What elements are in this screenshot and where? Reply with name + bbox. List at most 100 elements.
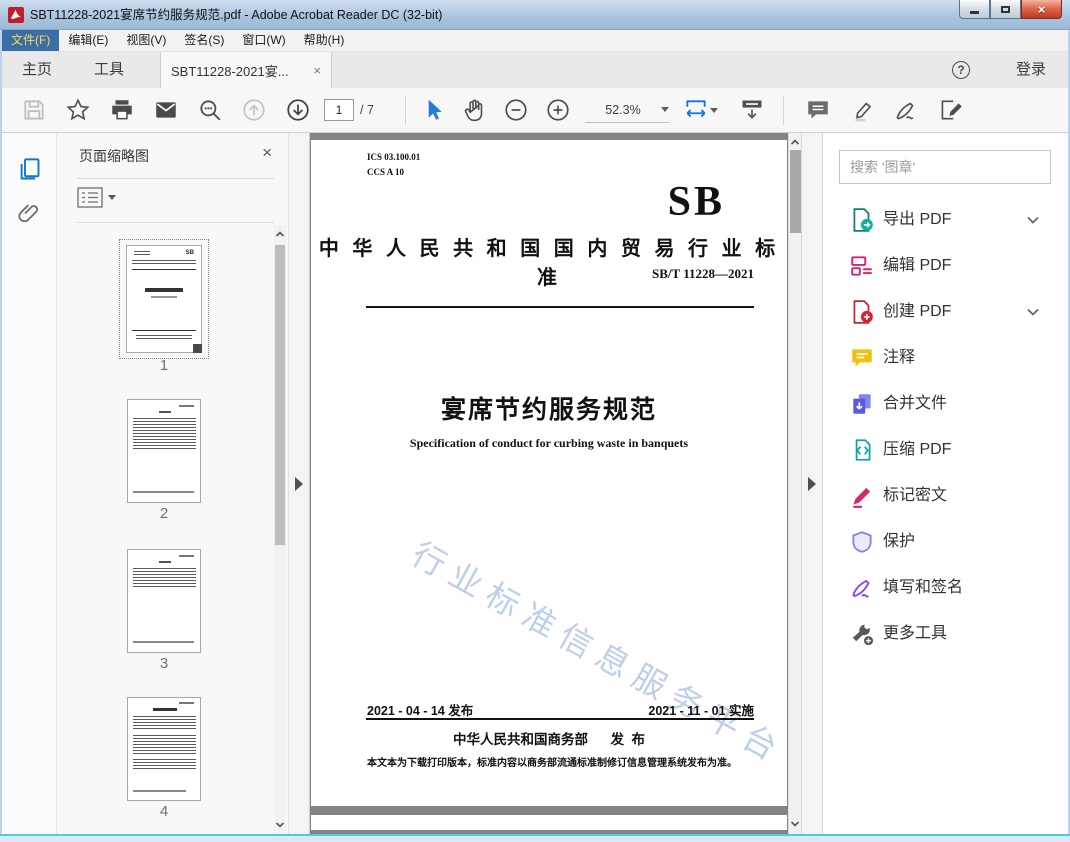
comment-tool-icon[interactable] [805,97,831,123]
fit-width-icon[interactable] [683,97,709,123]
tab-document[interactable]: SBT11228-2021宴... × [160,52,332,88]
tool-create-pdf[interactable]: 创建 PDF [823,289,1068,335]
tab-document-label: SBT11228-2021宴... [171,63,289,79]
save-icon[interactable] [21,97,47,123]
attachments-icon[interactable] [16,200,43,227]
thumbnails-options-button[interactable] [77,187,116,208]
tool-compress-pdf[interactable]: 压缩 PDF [823,427,1068,473]
thumbnail-page-3[interactable] [127,549,201,653]
star-favorite-icon[interactable] [65,97,91,123]
publisher-line: 中华人民共和国商务部 发 布 [452,732,645,747]
fill-sign-icon [849,575,875,601]
collapse-arrow-icon [808,477,816,491]
maximize-button[interactable] [990,0,1021,19]
zoom-in-icon[interactable] [545,97,571,123]
scroll-down-icon[interactable] [790,819,800,829]
close-window-button[interactable]: × [1021,0,1062,19]
tool-more-tools[interactable]: 更多工具 [823,611,1068,657]
document-scrollbar[interactable] [788,133,801,834]
chevron-down-icon[interactable] [1026,215,1040,225]
main-area: 页面缩略图 × SB 1 2 3 4 ICS 03.100.01 CCS A 1… [2,133,1068,834]
highlighter-tool-icon[interactable] [850,97,876,123]
tab-home[interactable]: 主页 [22,52,52,88]
right-panel-collapse-handle[interactable] [801,133,822,834]
chevron-down-icon[interactable] [1026,307,1040,317]
standard-number: SB/T 11228—2021 [652,266,754,281]
page-number-input[interactable] [324,99,354,121]
scrollbar-thumb[interactable] [790,150,801,233]
issue-date: 2021 - 04 - 14 发布 [367,704,474,718]
chevron-down-icon [108,195,116,200]
print-icon[interactable] [109,97,135,123]
sign-tool-icon[interactable] [893,97,919,123]
next-page-icon[interactable] [285,97,311,123]
thumbnails-close-icon[interactable]: × [262,143,272,163]
title-bar: SBT11228-2021宴席节约服务规范.pdf - Adobe Acroba… [0,0,1070,30]
zoom-out-icon[interactable] [503,97,529,123]
collapse-arrow-icon [295,477,303,491]
sb-logo: SB [667,179,725,225]
tab-close-icon[interactable]: × [313,63,321,78]
menu-sign[interactable]: 签名(S) [175,30,233,51]
page-total-label: / 7 [360,103,374,117]
create-pdf-icon [849,299,875,325]
tool-combine-files[interactable]: 合并文件 [823,381,1068,427]
zoom-level-value: 52.3% [605,102,641,117]
combine-files-icon [849,391,875,417]
thumbnails-scrollbar[interactable] [274,225,286,834]
thumbnail-label-3: 3 [159,655,169,672]
tab-tools[interactable]: 工具 [94,52,124,88]
thumbnail-page-2[interactable] [127,399,201,503]
minimize-button[interactable] [959,0,990,19]
menu-edit[interactable]: 编辑(E) [59,30,117,51]
email-icon[interactable] [153,97,179,123]
menu-window[interactable]: 窗口(W) [233,30,294,51]
search-tools-input[interactable] [839,150,1051,184]
pdf-page-1: ICS 03.100.01 CCS A 10 SB 中 华 人 民 共 和 国 … [311,140,791,806]
document-viewer[interactable]: ICS 03.100.01 CCS A 10 SB 中 华 人 民 共 和 国 … [310,133,791,834]
zoom-level-dropdown[interactable]: 52.3% [585,97,669,123]
page-scrolling-icon[interactable] [739,97,765,123]
tool-edit-pdf[interactable]: 编辑 PDF [823,243,1068,289]
scroll-up-icon[interactable] [790,137,800,147]
header-rule [366,306,754,308]
tools-panel: 导出 PDF 编辑 PDF 创建 PDF 注释 合并文件 [822,133,1068,834]
left-panel-collapse-handle[interactable] [288,133,310,834]
menu-bar: 文件(F) 编辑(E) 视图(V) 签名(S) 窗口(W) 帮助(H) [2,30,1068,52]
help-button[interactable]: ? [952,61,970,79]
tab-bar: 主页 工具 SBT11228-2021宴... × ? 登录 [2,52,1068,88]
menu-file[interactable]: 文件(F) [2,30,60,51]
tool-export-pdf[interactable]: 导出 PDF [823,197,1068,243]
export-pdf-icon [849,207,875,233]
thumbnails-panel-title: 页面缩略图 [79,148,149,164]
scroll-up-icon[interactable] [275,229,285,239]
thumbnail-page-4[interactable] [127,697,201,801]
fill-sign-tool-icon[interactable] [937,97,963,123]
previous-page-icon[interactable] [241,97,267,123]
sign-in-button[interactable]: 登录 [1016,52,1046,88]
tool-fill-sign[interactable]: 填写和签名 [823,565,1068,611]
thumbnail-label-4: 4 [159,803,169,820]
protect-icon [849,529,875,555]
adobe-pdf-icon [8,7,24,23]
window-frame-bottom [0,834,1070,842]
page-thumbnails-icon[interactable] [16,156,43,183]
hand-tool-icon[interactable] [461,97,487,123]
menu-help[interactable]: 帮助(H) [295,30,354,51]
comment-icon [849,345,875,371]
thumbnail-page-1[interactable]: SB [119,239,209,359]
footer-rule [366,718,754,720]
fit-width-dropdown-icon[interactable] [710,108,718,113]
search-icon[interactable] [197,97,223,123]
tool-comment[interactable]: 注释 [823,335,1068,381]
window-title: SBT11228-2021宴席节约服务规范.pdf - Adobe Acroba… [30,8,443,22]
menu-view[interactable]: 视图(V) [117,30,175,51]
select-tool-icon[interactable] [420,97,446,123]
tool-redact[interactable]: 标记密文 [823,473,1068,519]
scroll-down-icon[interactable] [275,820,285,830]
pdf-page-2-edge [311,815,787,830]
implementation-date: 2021 - 11 - 01 实施 [648,704,754,718]
scrollbar-thumb[interactable] [275,245,285,545]
minimize-icon [970,11,979,14]
tool-protect[interactable]: 保护 [823,519,1068,565]
